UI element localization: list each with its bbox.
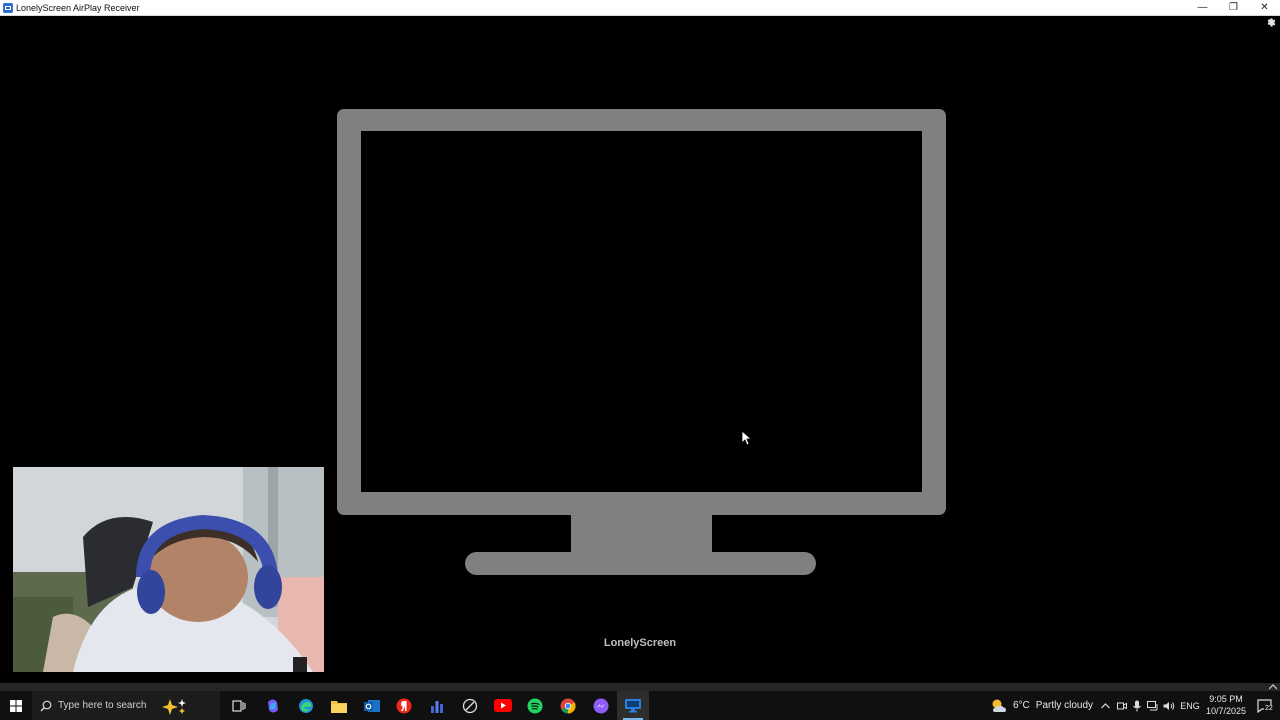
messenger-icon[interactable] (589, 694, 613, 717)
brand-label: LonelyScreen (603, 637, 677, 649)
taskbar-clock[interactable]: 9:05 PM 10/7/2025 (1198, 693, 1254, 717)
windows-copilot-icon[interactable] (261, 694, 285, 717)
spotify-icon[interactable] (523, 694, 547, 717)
microphone-icon[interactable] (1131, 691, 1143, 720)
network-icon[interactable] (1146, 691, 1160, 720)
clock-time: 9:05 PM (1209, 694, 1243, 704)
close-button[interactable]: ✕ (1249, 0, 1280, 15)
youtube-icon[interactable] (491, 694, 515, 717)
window-controls: — ❐ ✕ (1187, 0, 1280, 15)
clock-date: 10/7/2025 (1205, 706, 1247, 716)
file-explorer-icon[interactable] (327, 694, 351, 717)
meet-now-icon[interactable] (1115, 691, 1129, 720)
mirror-display-area (361, 131, 922, 492)
restore-button[interactable]: ❐ (1218, 0, 1249, 15)
chart-app-icon[interactable] (425, 694, 449, 717)
browser-app-icon[interactable] (458, 694, 482, 717)
start-button[interactable] (0, 691, 32, 720)
notification-count-badge: 22 (1264, 705, 1274, 712)
copilot-sparkle-icon (162, 698, 187, 715)
webcam-overlay (13, 467, 324, 672)
title-bar: LonelyScreen AirPlay Receiver — ❐ ✕ (0, 0, 1280, 16)
volume-icon[interactable] (1162, 691, 1176, 720)
notification-center-button[interactable]: 22 (1250, 691, 1280, 720)
app-logo-icon (3, 2, 13, 13)
monitor-stand-base (465, 552, 816, 575)
search-icon (40, 700, 52, 711)
windows-logo-icon (10, 699, 22, 712)
search-placeholder: Type here to search (58, 700, 147, 711)
monitor-illustration (337, 109, 946, 515)
yandex-icon[interactable] (392, 694, 416, 717)
chevron-up-icon[interactable] (1268, 683, 1278, 691)
taskbar-search-box[interactable]: Type here to search (32, 691, 220, 720)
task-view-icon[interactable] (227, 694, 251, 717)
chrome-icon[interactable] (556, 694, 580, 717)
monitor-stand-neck (571, 515, 712, 553)
minimize-button[interactable]: — (1187, 0, 1218, 15)
mouse-cursor-icon (742, 431, 752, 446)
show-hidden-icons-chevron-icon[interactable] (1098, 691, 1112, 720)
window-title: LonelyScreen AirPlay Receiver (16, 2, 140, 13)
edge-icon[interactable] (294, 694, 318, 717)
settings-gear-icon[interactable] (1266, 17, 1277, 28)
webcam-feed-image (13, 467, 324, 672)
taskbar: Type here to search 6°C Partly cloudy EN… (0, 691, 1280, 720)
outlook-icon[interactable] (360, 694, 384, 717)
weather-widget[interactable]: 6°C Partly cloudy (990, 691, 1093, 720)
weather-temperature: 6°C (1013, 700, 1030, 711)
weather-condition: Partly cloudy (1035, 700, 1094, 711)
lonelyscreen-taskbar-icon[interactable] (621, 694, 645, 717)
partly-cloudy-icon (992, 699, 1006, 712)
horizontal-scrollbar[interactable] (0, 683, 1280, 691)
